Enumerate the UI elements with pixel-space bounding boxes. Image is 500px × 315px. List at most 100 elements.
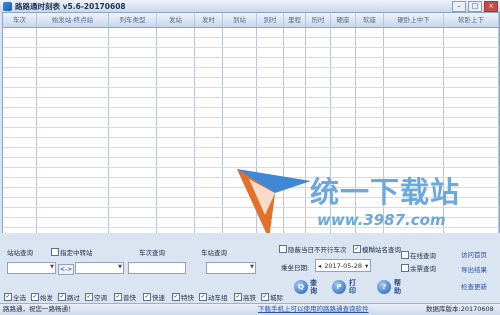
table-cell[interactable] [331,48,356,57]
table-cell[interactable] [157,188,195,197]
table-cell[interactable] [257,88,284,97]
table-cell[interactable] [157,168,195,177]
table-cell[interactable] [331,98,356,107]
hide-not-running-checkbox[interactable]: 隐蔽当日不开行车次 [279,244,347,254]
table-cell[interactable] [195,128,223,137]
table-cell[interactable] [444,48,499,57]
table-cell[interactable] [195,68,223,77]
table-cell[interactable] [223,38,257,47]
minimize-button[interactable]: – [452,1,466,12]
filter-checkbox[interactable]: ✓ 特快 [172,292,194,302]
table-cell[interactable] [109,218,157,227]
filter-checkbox[interactable]: ✓ 始发 [31,292,53,302]
table-cell[interactable] [195,58,223,67]
table-cell[interactable] [284,58,306,67]
table-cell[interactable] [306,148,331,157]
table-cell[interactable] [444,68,499,77]
table-cell[interactable] [3,78,37,87]
table-row[interactable] [3,88,499,98]
table-cell[interactable] [109,98,157,107]
table-cell[interactable] [384,48,444,57]
table-cell[interactable] [331,118,356,127]
table-cell[interactable] [384,118,444,127]
col-header-train[interactable]: 车次 [3,13,37,27]
table-cell[interactable] [37,48,109,57]
table-cell[interactable] [257,118,284,127]
table-cell[interactable] [37,178,109,187]
table-row[interactable] [3,118,499,128]
table-cell[interactable] [109,158,157,167]
checkbox-box[interactable]: ✓ [4,293,12,301]
calendar-dropdown-icon[interactable]: ▾ [365,262,368,270]
table-cell[interactable] [384,108,444,117]
print-button[interactable]: 打印 [349,279,357,295]
train-number-input[interactable] [128,262,186,274]
table-cell[interactable] [356,148,384,157]
mobile-download-link[interactable]: 下载手机上可以使用的路路通查询软件 [258,304,369,315]
table-cell[interactable] [3,218,37,227]
table-cell[interactable] [157,108,195,117]
table-cell[interactable] [223,148,257,157]
table-cell[interactable] [356,88,384,97]
table-cell[interactable] [195,188,223,197]
table-cell[interactable] [195,148,223,157]
col-header-depart-time[interactable]: 发时 [195,13,223,27]
filter-checkbox[interactable]: ✓ 高铁 [234,292,256,302]
from-station-select[interactable] [7,262,56,274]
table-cell[interactable] [109,138,157,147]
table-row[interactable] [3,58,499,68]
table-cell[interactable] [3,198,37,207]
to-station-select[interactable] [75,262,124,274]
checkbox-box[interactable]: ✓ [85,293,93,301]
col-header-hard-seat[interactable]: 硬座 [331,13,356,27]
table-cell[interactable] [109,88,157,97]
table-cell[interactable] [306,128,331,137]
table-cell[interactable] [257,128,284,137]
table-cell[interactable] [3,188,37,197]
checkbox-box[interactable] [401,264,409,272]
table-cell[interactable] [444,108,499,117]
table-cell[interactable] [157,38,195,47]
table-cell[interactable] [109,48,157,57]
table-cell[interactable] [356,78,384,87]
table-cell[interactable] [157,178,195,187]
table-cell[interactable] [384,28,444,37]
checkbox-box[interactable]: ✓ [172,293,180,301]
table-cell[interactable] [157,68,195,77]
table-cell[interactable] [3,88,37,97]
table-cell[interactable] [356,68,384,77]
close-button[interactable]: × [484,1,498,12]
table-cell[interactable] [284,108,306,117]
table-cell[interactable] [356,58,384,67]
table-cell[interactable] [257,58,284,67]
checkbox-box[interactable]: ✓ [353,245,361,253]
table-cell[interactable] [157,208,195,217]
table-cell[interactable] [195,48,223,57]
table-cell[interactable] [306,138,331,147]
table-cell[interactable] [444,28,499,37]
table-cell[interactable] [3,58,37,67]
table-cell[interactable] [306,98,331,107]
table-cell[interactable] [331,128,356,137]
query-button-icon[interactable]: Q [294,280,308,294]
table-cell[interactable] [444,78,499,87]
checkbox-box[interactable]: ✓ [58,293,66,301]
table-cell[interactable] [356,98,384,107]
table-cell[interactable] [195,218,223,227]
table-cell[interactable] [157,58,195,67]
table-cell[interactable] [384,58,444,67]
table-cell[interactable] [3,98,37,107]
export-results-link[interactable]: 导出结果 [461,264,487,274]
table-cell[interactable] [223,78,257,87]
table-cell[interactable] [257,38,284,47]
table-cell[interactable] [195,168,223,177]
table-cell[interactable] [109,78,157,87]
table-cell[interactable] [284,38,306,47]
table-cell[interactable] [356,38,384,47]
table-cell[interactable] [306,118,331,127]
table-cell[interactable] [306,38,331,47]
table-cell[interactable] [356,48,384,57]
table-cell[interactable] [331,38,356,47]
table-cell[interactable] [109,58,157,67]
table-row[interactable] [3,38,499,48]
